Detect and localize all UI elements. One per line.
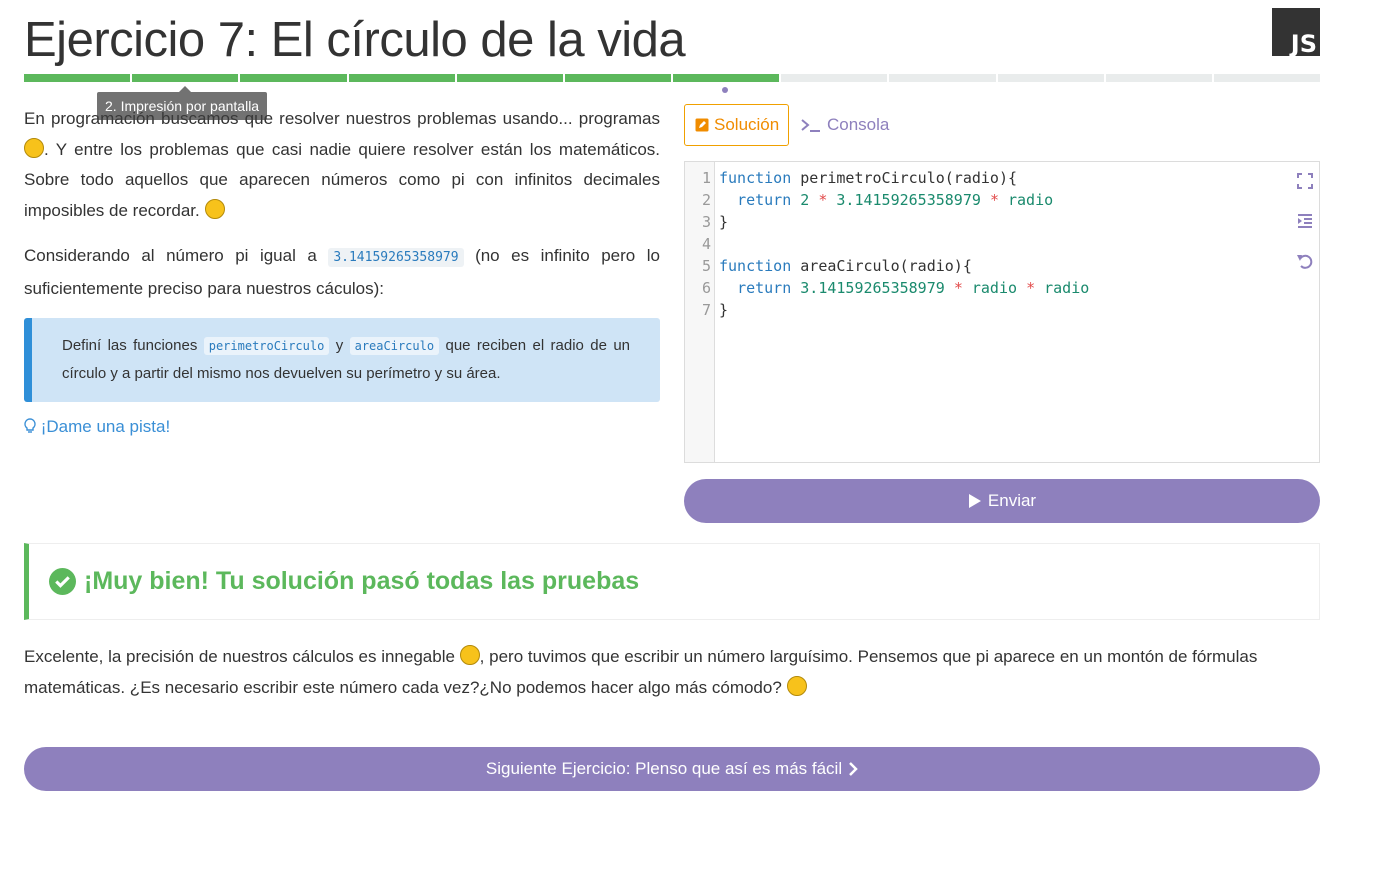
thinking-emoji-icon: [786, 676, 807, 696]
line-number: 3: [701, 213, 711, 231]
code-editor[interactable]: 1 2 3 4 5 6 7 function perimetroCirculo(…: [684, 161, 1320, 463]
explanation-text: Excelente, la precisión de nuestros cálc…: [24, 645, 1258, 697]
result-banner: ¡Muy bien! Tu solución pasó todas las pr…: [24, 543, 1320, 620]
result-title: ¡Muy bien! Tu solución pasó todas las pr…: [84, 567, 640, 595]
code-line: }: [719, 301, 729, 319]
exercise-description: En programación buscamos que resolver nu…: [24, 104, 660, 319]
lightbulb-icon: [24, 418, 36, 433]
page-title: Ejercicio 7: El círculo de la vida: [24, 13, 686, 67]
progress-step[interactable]: [132, 74, 239, 82]
js-logo: JS: [1272, 8, 1320, 56]
progress-step[interactable]: [889, 74, 996, 82]
exercise-progress-bar: [24, 74, 1321, 93]
indent-icon[interactable]: [1295, 211, 1315, 231]
tab-console[interactable]: Consola: [800, 104, 889, 146]
line-number: 4: [701, 235, 711, 253]
chevron-right-icon: [849, 762, 858, 776]
progress-step[interactable]: [781, 74, 888, 82]
code-line: return 3.14159265358979 * radio * radio: [737, 279, 1090, 297]
tab-console-label: Consola: [827, 115, 890, 134]
fullscreen-icon[interactable]: [1295, 171, 1315, 191]
progress-step[interactable]: [456, 74, 563, 82]
function-name-code: areaCirculo: [349, 337, 440, 355]
line-number: 5: [701, 257, 711, 275]
nerd-emoji-icon: [459, 645, 480, 665]
function-name-code: perimetroCirculo: [203, 337, 330, 355]
next-exercise-button[interactable]: Siguiente Ejercicio: Plenso que así es m…: [24, 747, 1320, 791]
progress-step[interactable]: [564, 74, 672, 82]
worried-emoji-icon: [204, 198, 225, 219]
tab-solution-label: Solución: [714, 115, 780, 134]
pi-value-code: 3.14159265358979: [328, 248, 464, 267]
line-number: 7: [701, 301, 711, 319]
undo-icon[interactable]: [1295, 251, 1315, 271]
progress-step[interactable]: [673, 74, 780, 82]
next-exercise-label: Siguiente Ejercicio: Plenso que así es m…: [485, 759, 843, 778]
line-number: 1: [701, 169, 711, 187]
code-line: function perimetroCirculo(radio){: [719, 169, 1018, 187]
progress-step[interactable]: [240, 74, 347, 82]
description-paragraph-2: Considerando al número pi igual a 3.1415…: [24, 246, 660, 298]
play-icon: [968, 494, 981, 508]
edit-icon: [695, 118, 709, 132]
line-number-gutter: 1 2 3 4 5 6 7: [685, 162, 715, 462]
submit-label: Enviar: [987, 491, 1037, 510]
hint-label: ¡Dame una pista!: [40, 417, 171, 436]
line-number: 6: [701, 279, 711, 297]
code-line: }: [719, 213, 729, 231]
progress-step[interactable]: [997, 74, 1104, 82]
logo-text: JS: [1290, 30, 1317, 58]
current-step-marker: [722, 87, 728, 93]
description-paragraph-1: En programación buscamos que resolver nu…: [24, 109, 660, 220]
submit-button[interactable]: Enviar: [684, 479, 1320, 523]
line-number: 2: [701, 191, 711, 209]
progress-step[interactable]: [1105, 74, 1212, 82]
progress-step[interactable]: [348, 74, 455, 82]
progress-tooltip: 2. Impresión por pantalla: [97, 86, 268, 120]
check-circle-icon: [49, 568, 76, 595]
hint-link[interactable]: ¡Dame una pista!: [24, 415, 170, 439]
code-line: function areaCirculo(radio){: [719, 257, 972, 275]
tab-solution[interactable]: Solución: [684, 104, 789, 146]
tongue-emoji-icon: [24, 137, 44, 158]
progress-step[interactable]: [1213, 74, 1321, 82]
code-line: return 2 * 3.14159265358979 * radio: [737, 191, 1054, 209]
progress-step[interactable]: [24, 74, 131, 82]
task-box: Definí las funciones perimetroCirculo y …: [24, 318, 660, 402]
terminal-icon: [801, 119, 820, 132]
